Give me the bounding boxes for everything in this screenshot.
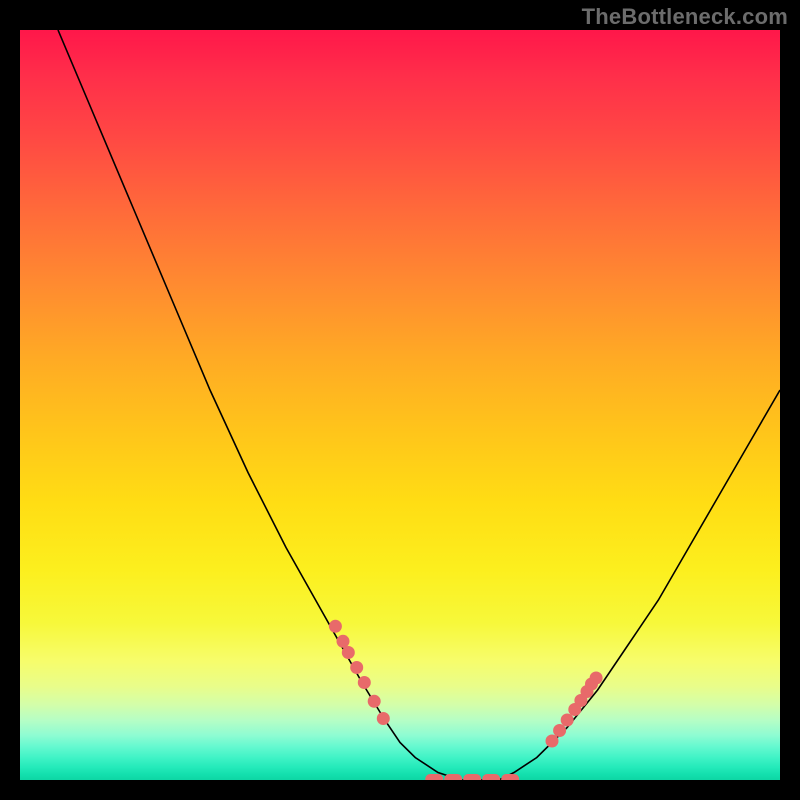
chart-svg [20, 30, 780, 780]
highlight-dot [329, 620, 342, 633]
highlight-dot [590, 672, 603, 685]
highlight-dot [561, 714, 574, 727]
highlight-dot [377, 712, 390, 725]
highlight-dash [482, 774, 500, 780]
left-highlight-dots [329, 620, 390, 725]
highlight-dash [501, 774, 519, 780]
watermark-text: TheBottleneck.com [582, 4, 788, 30]
highlight-dot [350, 661, 363, 674]
highlight-dot [546, 735, 559, 748]
plot-area [20, 30, 780, 780]
highlight-dot [358, 676, 371, 689]
highlight-dot [337, 635, 350, 648]
highlight-dot [553, 724, 566, 737]
bottom-highlight-dashes [425, 774, 519, 780]
highlight-dot [342, 646, 355, 659]
highlight-dash [463, 774, 481, 780]
highlight-dash [425, 774, 443, 780]
highlight-dash [444, 774, 462, 780]
bottleneck-curve [58, 30, 780, 780]
highlight-dot [368, 695, 381, 708]
chart-stage: TheBottleneck.com [0, 0, 800, 800]
right-highlight-dots [546, 672, 603, 748]
